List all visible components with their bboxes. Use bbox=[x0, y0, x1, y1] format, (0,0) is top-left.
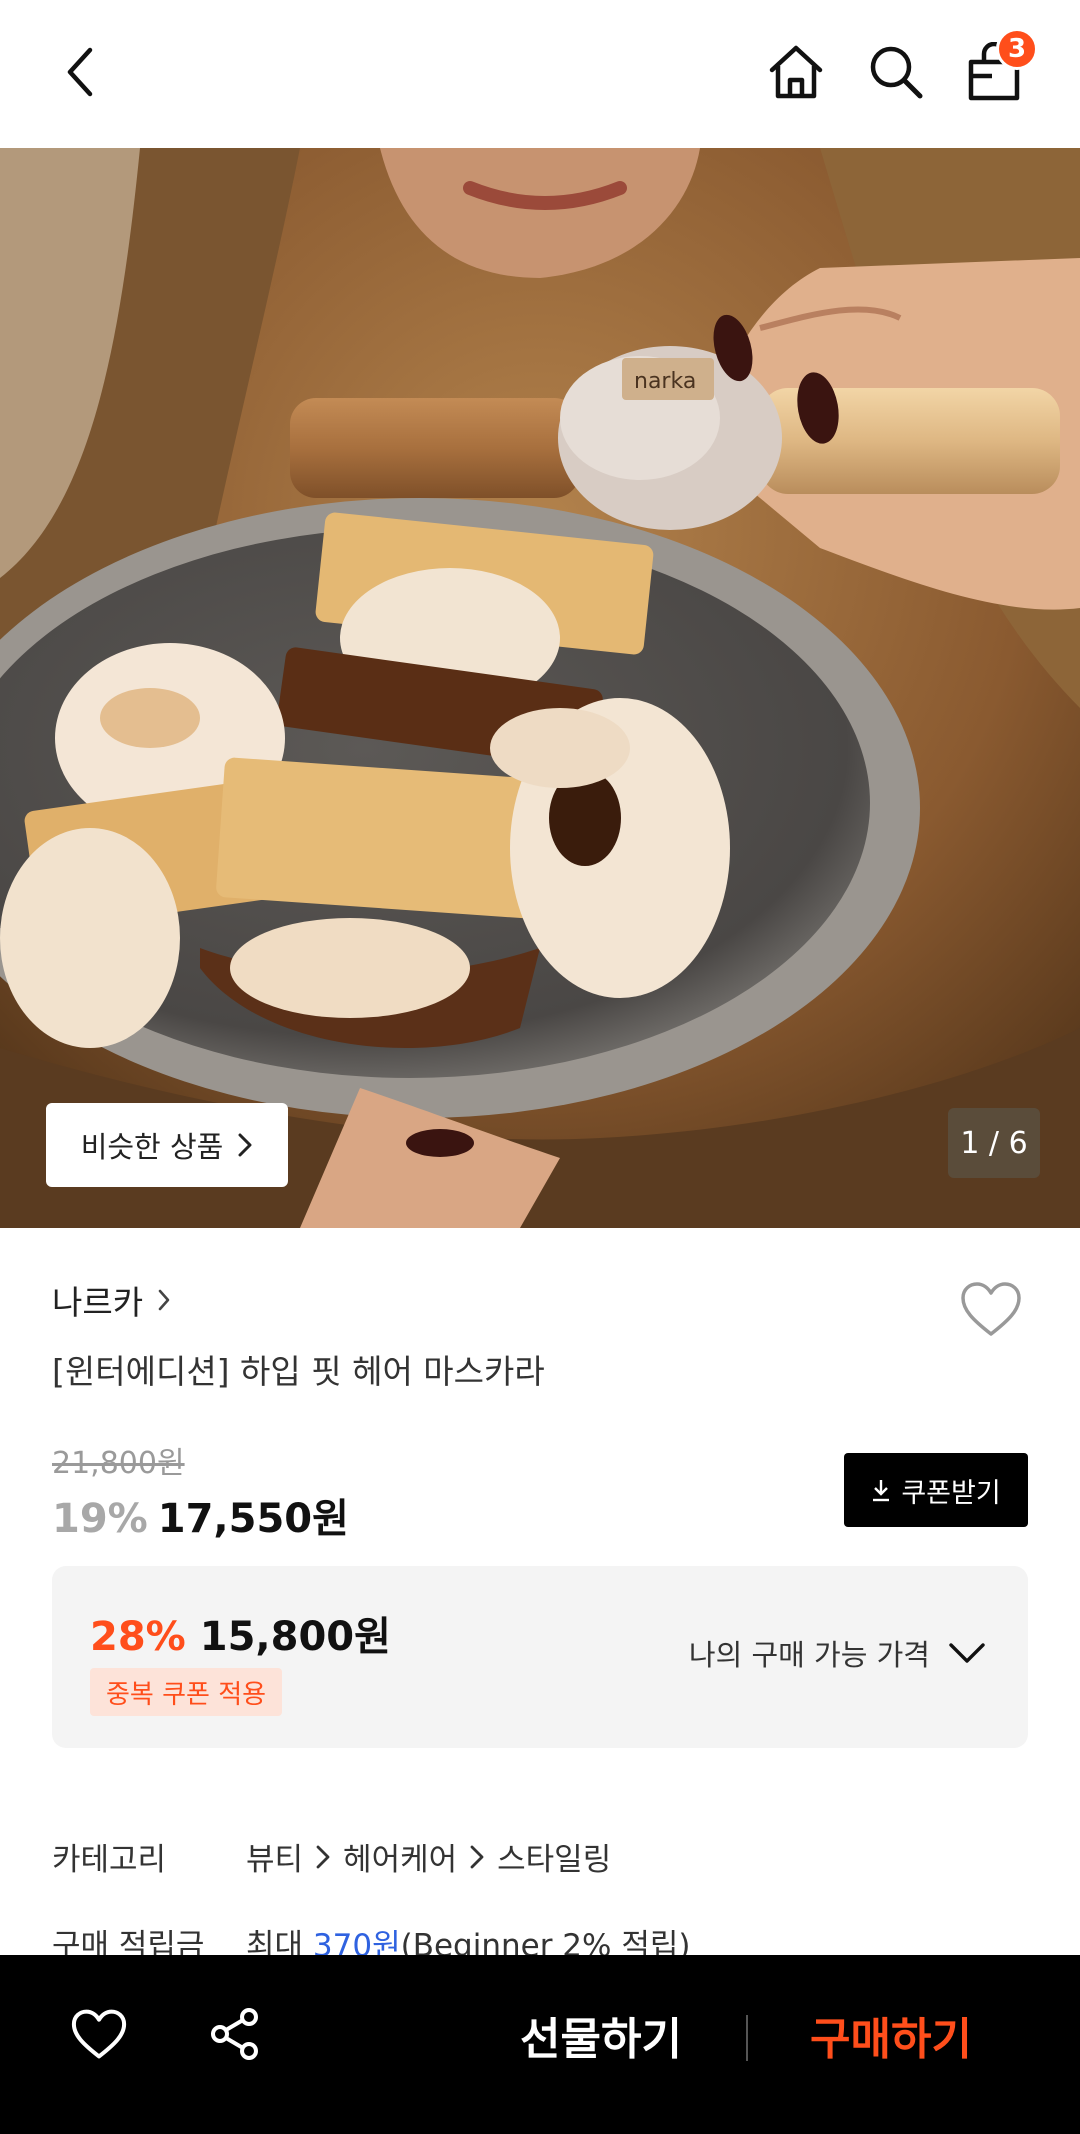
duplicate-coupon-badge: 중복 쿠폰 적용 bbox=[90, 1668, 283, 1716]
like-button[interactable] bbox=[64, 1999, 134, 2069]
chevron-right-icon bbox=[469, 1844, 485, 1870]
cart-count-badge: 3 bbox=[996, 28, 1038, 70]
share-icon bbox=[211, 2008, 258, 2060]
heart-outline-icon bbox=[961, 1282, 1021, 1336]
action-divider bbox=[746, 2015, 748, 2061]
chevron-right-icon bbox=[238, 1133, 252, 1157]
chevron-right-icon bbox=[315, 1844, 331, 1870]
my-price-label: 나의 구매 가능 가격 bbox=[688, 1638, 930, 1672]
best-price-row: 28% 15,800원 bbox=[90, 1604, 391, 1662]
wishlist-button[interactable] bbox=[956, 1276, 1026, 1342]
product-tag-text: narka bbox=[634, 369, 696, 394]
home-icon bbox=[769, 45, 823, 99]
category-link[interactable]: 뷰티 bbox=[246, 1834, 303, 1879]
chevron-left-icon bbox=[67, 47, 93, 97]
home-button[interactable] bbox=[760, 36, 832, 108]
original-price: 21,800원 bbox=[52, 1446, 185, 1481]
my-best-price-panel[interactable]: 28% 15,800원 중복 쿠폰 적용 나의 구매 가능 가격 bbox=[52, 1566, 1028, 1748]
category-label: 카테고리 bbox=[52, 1842, 167, 1878]
best-discount-percent: 28% bbox=[90, 1614, 186, 1660]
download-icon bbox=[873, 1480, 890, 1502]
category-breadcrumb: 뷰티 헤어케어 스타일링 bbox=[246, 1834, 611, 1879]
category-link[interactable]: 헤어케어 bbox=[343, 1834, 457, 1879]
category-row: 카테고리 뷰티 헤어케어 스타일링 bbox=[52, 1834, 611, 1879]
category-link[interactable]: 스타일링 bbox=[497, 1834, 611, 1879]
product-name: [윈터에디션] 하입 핏 헤어 마스카라 bbox=[52, 1352, 545, 1391]
cart-button[interactable]: 3 bbox=[958, 28, 1038, 108]
my-price-toggle[interactable]: 나의 구매 가능 가격 bbox=[689, 1632, 986, 1674]
product-image-carousel[interactable]: narka 비슷한 상품 1 / 6 bbox=[0, 148, 1080, 1228]
get-coupon-label: 쿠폰받기 bbox=[901, 1477, 1001, 1509]
heart-outline-icon bbox=[71, 2009, 127, 2059]
search-button[interactable] bbox=[860, 36, 932, 108]
discount-percent: 19% bbox=[52, 1496, 148, 1542]
share-button[interactable] bbox=[200, 1999, 270, 2069]
product-photo: narka bbox=[0, 148, 1080, 1228]
chevron-down-icon bbox=[949, 1643, 985, 1663]
get-coupon-button[interactable]: 쿠폰받기 bbox=[844, 1453, 1028, 1527]
brand-link[interactable]: 나르카 bbox=[52, 1276, 171, 1324]
buy-button[interactable]: 구매하기 bbox=[806, 1995, 976, 2075]
sale-price-row: 19% 17,550원 bbox=[52, 1486, 349, 1544]
best-price: 15,800원 bbox=[199, 1614, 391, 1660]
similar-products-label: 비슷한 상품 bbox=[80, 1130, 224, 1164]
similar-products-button[interactable]: 비슷한 상품 bbox=[46, 1103, 288, 1187]
back-button[interactable] bbox=[44, 36, 116, 108]
top-app-bar: 3 bbox=[0, 0, 1080, 148]
gift-button[interactable]: 선물하기 bbox=[516, 1995, 686, 2075]
sale-price: 17,550원 bbox=[157, 1496, 349, 1542]
brand-name: 나르카 bbox=[52, 1283, 144, 1322]
image-page-indicator: 1 / 6 bbox=[948, 1108, 1040, 1178]
chevron-right-icon bbox=[158, 1289, 170, 1311]
search-icon bbox=[870, 46, 923, 99]
bottom-action-bar: 선물하기 구매하기 bbox=[0, 1955, 1080, 2134]
